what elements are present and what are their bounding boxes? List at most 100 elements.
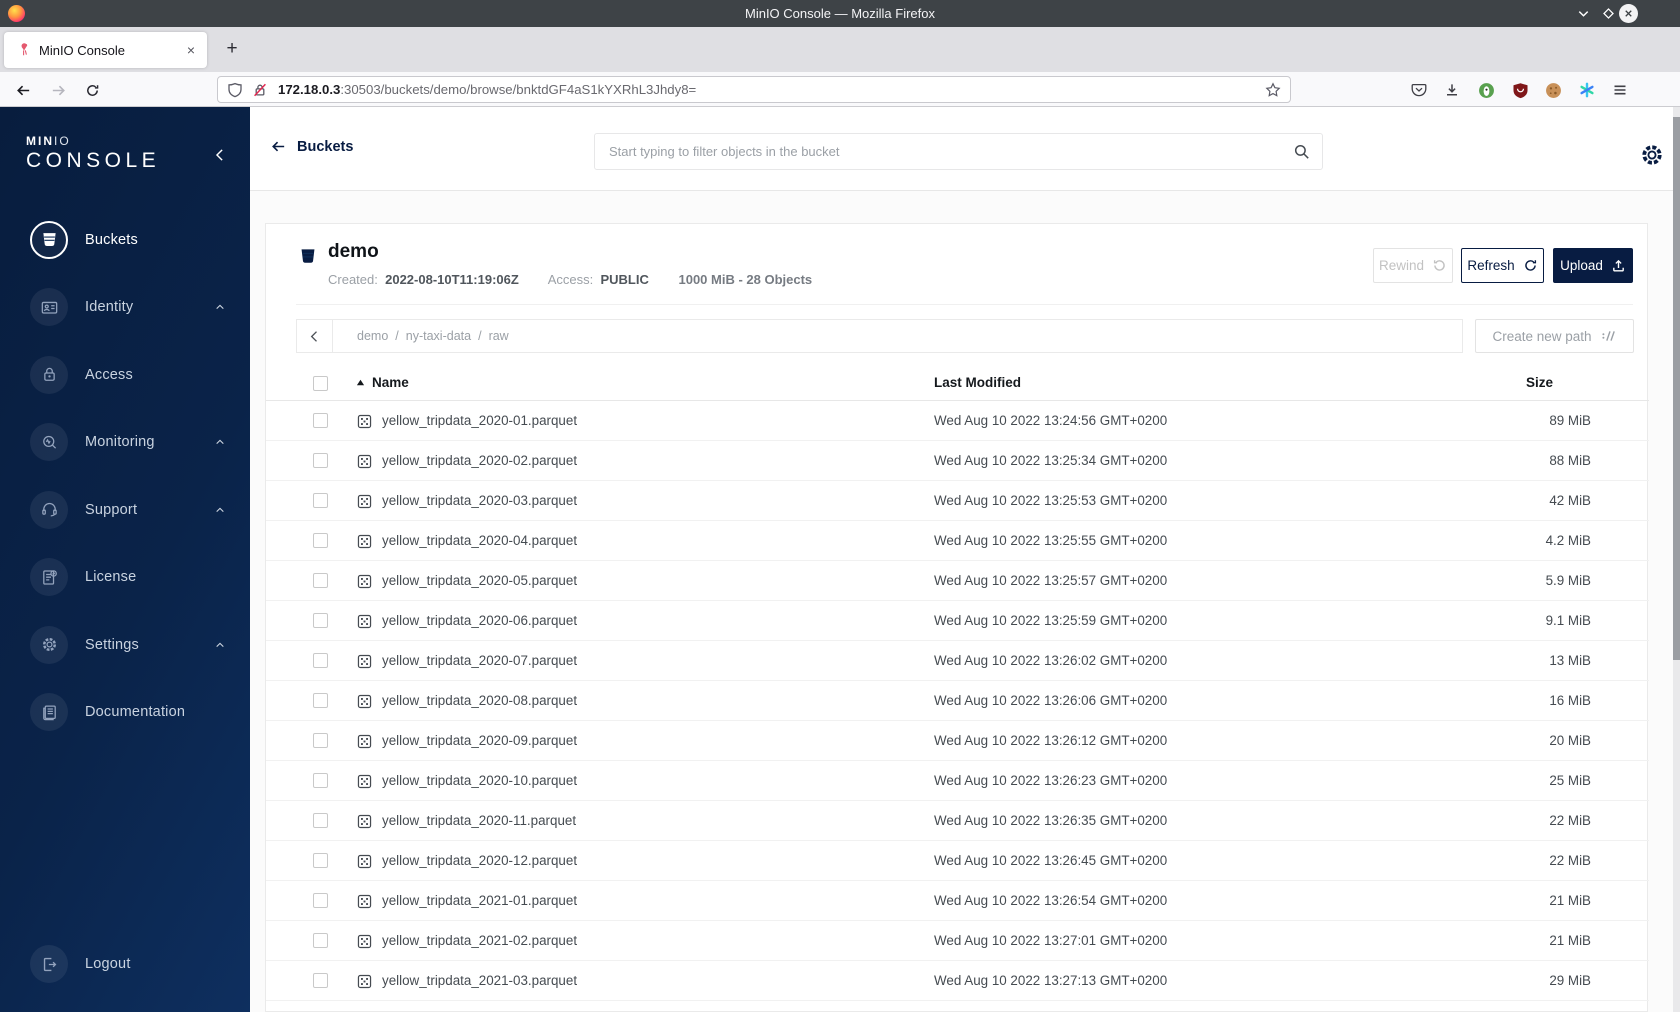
menu-hamburger-icon[interactable]: [1609, 79, 1631, 101]
back-button[interactable]: [12, 79, 34, 101]
sidebar-item-monitoring[interactable]: Monitoring: [0, 409, 250, 477]
sidebar-item-access[interactable]: Access: [0, 341, 250, 409]
privacy-badger-extension-icon[interactable]: [1475, 79, 1497, 101]
url-bar[interactable]: 172.18.0.3:30503/buckets/demo/browse/bnk…: [217, 76, 1291, 103]
table-row[interactable]: yellow_tripdata_2020-08.parquet Wed Aug …: [266, 681, 1649, 721]
table-row[interactable]: yellow_tripdata_2020-12.parquet Wed Aug …: [266, 841, 1649, 881]
reload-button[interactable]: [81, 79, 103, 101]
create-new-path-button[interactable]: Create new path: [1475, 319, 1634, 353]
back-to-buckets-link[interactable]: Buckets: [270, 138, 353, 155]
object-name[interactable]: yellow_tripdata_2021-01.parquet: [382, 893, 577, 908]
object-name[interactable]: yellow_tripdata_2020-02.parquet: [382, 453, 577, 468]
sidebar-collapse-icon[interactable]: [212, 147, 228, 163]
table-row[interactable]: yellow_tripdata_2020-05.parquet Wed Aug …: [266, 561, 1649, 601]
object-name[interactable]: yellow_tripdata_2020-08.parquet: [382, 693, 577, 708]
row-checkbox[interactable]: [313, 653, 328, 668]
sidebar-item-support[interactable]: Support: [0, 476, 250, 544]
table-row[interactable]: yellow_tripdata_2020-04.parquet Wed Aug …: [266, 521, 1649, 561]
table-row[interactable]: yellow_tripdata_2020-07.parquet Wed Aug …: [266, 641, 1649, 681]
settings-icon: [30, 625, 68, 664]
chevron-up-icon[interactable]: [214, 504, 226, 516]
insecure-lock-icon[interactable]: [252, 82, 268, 98]
breadcrumb-back-button[interactable]: [297, 320, 333, 352]
object-name[interactable]: yellow_tripdata_2020-06.parquet: [382, 613, 577, 628]
upload-button[interactable]: Upload: [1553, 248, 1633, 283]
table-row[interactable]: yellow_tripdata_2020-11.parquet Wed Aug …: [266, 801, 1649, 841]
column-header-size[interactable]: Size: [1526, 375, 1591, 390]
row-checkbox[interactable]: [313, 493, 328, 508]
refresh-button[interactable]: Refresh: [1461, 248, 1544, 283]
table-row[interactable]: yellow_tripdata_2020-01.parquet Wed Aug …: [266, 401, 1649, 441]
table-row[interactable]: yellow_tripdata_2020-09.parquet Wed Aug …: [266, 721, 1649, 761]
object-name[interactable]: yellow_tripdata_2020-11.parquet: [382, 813, 576, 828]
sidebar-item-settings[interactable]: Settings: [0, 611, 250, 679]
row-checkbox[interactable]: [313, 733, 328, 748]
select-all-checkbox[interactable]: [313, 376, 328, 391]
object-name[interactable]: yellow_tripdata_2020-03.parquet: [382, 493, 577, 508]
bookmark-star-icon[interactable]: [1265, 82, 1281, 98]
tab-minio-console[interactable]: MinIO Console ×: [4, 32, 207, 68]
container-extension-icon[interactable]: [1576, 79, 1598, 101]
table-row[interactable]: yellow_tripdata_2020-10.parquet Wed Aug …: [266, 761, 1649, 801]
object-name[interactable]: yellow_tripdata_2020-07.parquet: [382, 653, 577, 668]
breadcrumb-segment[interactable]: demo: [357, 329, 388, 343]
rewind-button[interactable]: Rewind: [1373, 248, 1453, 283]
row-checkbox[interactable]: [313, 573, 328, 588]
search-input[interactable]: [595, 134, 1322, 169]
table-row[interactable]: yellow_tripdata_2021-03.parquet Wed Aug …: [266, 961, 1649, 1001]
forward-button[interactable]: [47, 79, 69, 101]
row-checkbox[interactable]: [313, 693, 328, 708]
table-row[interactable]: yellow_tripdata_2021-02.parquet Wed Aug …: [266, 921, 1649, 961]
pocket-icon[interactable]: [1408, 79, 1430, 101]
ublock-extension-icon[interactable]: [1509, 79, 1531, 101]
tab-close-icon[interactable]: ×: [183, 41, 199, 59]
sidebar-item-buckets[interactable]: Buckets: [0, 206, 250, 274]
row-checkbox[interactable]: [313, 453, 328, 468]
row-checkbox[interactable]: [313, 973, 328, 988]
scrollbar-thumb[interactable]: [1673, 117, 1680, 660]
object-name[interactable]: yellow_tripdata_2020-09.parquet: [382, 733, 577, 748]
breadcrumb-segment[interactable]: ny-taxi-data: [406, 329, 471, 343]
row-checkbox[interactable]: [313, 813, 328, 828]
chevron-up-icon[interactable]: [214, 301, 226, 313]
table-row[interactable]: yellow_tripdata_2020-02.parquet Wed Aug …: [266, 441, 1649, 481]
table-row[interactable]: yellow_tripdata_2021-01.parquet Wed Aug …: [266, 881, 1649, 921]
row-checkbox[interactable]: [313, 613, 328, 628]
object-name[interactable]: yellow_tripdata_2020-12.parquet: [382, 853, 577, 868]
sidebar-item-logout[interactable]: Logout: [0, 931, 250, 999]
page-scrollbar[interactable]: [1673, 107, 1680, 1012]
row-checkbox[interactable]: [313, 853, 328, 868]
object-name[interactable]: yellow_tripdata_2021-02.parquet: [382, 933, 577, 948]
new-tab-button[interactable]: +: [218, 36, 246, 64]
downloads-icon[interactable]: [1441, 79, 1463, 101]
url-text[interactable]: 172.18.0.3:30503/buckets/demo/browse/bnk…: [278, 82, 1265, 97]
window-minimize-button[interactable]: [1574, 4, 1593, 23]
row-checkbox[interactable]: [313, 773, 328, 788]
chevron-up-icon[interactable]: [214, 436, 226, 448]
sidebar-item-documentation[interactable]: Documentation: [0, 679, 250, 747]
object-name[interactable]: yellow_tripdata_2020-01.parquet: [382, 413, 577, 428]
cookie-extension-icon[interactable]: [1542, 79, 1564, 101]
row-checkbox[interactable]: [313, 933, 328, 948]
sidebar-item-identity[interactable]: Identity: [0, 274, 250, 342]
row-checkbox[interactable]: [313, 533, 328, 548]
sidebar-item-license[interactable]: License: [0, 544, 250, 612]
window-close-button[interactable]: [1619, 4, 1638, 23]
object-name[interactable]: yellow_tripdata_2020-04.parquet: [382, 533, 577, 548]
table-row[interactable]: yellow_tripdata_2020-03.parquet Wed Aug …: [266, 481, 1649, 521]
column-header-name[interactable]: Name: [356, 375, 409, 390]
table-row[interactable]: yellow_tripdata_2020-06.parquet Wed Aug …: [266, 601, 1649, 641]
object-name[interactable]: yellow_tripdata_2020-05.parquet: [382, 573, 577, 588]
settings-gear-icon[interactable]: [1638, 141, 1666, 169]
chevron-up-icon[interactable]: [214, 639, 226, 651]
shield-icon[interactable]: [227, 82, 243, 98]
breadcrumb-segment[interactable]: raw: [489, 329, 509, 343]
object-name[interactable]: yellow_tripdata_2020-10.parquet: [382, 773, 577, 788]
column-header-modified[interactable]: Last Modified: [934, 375, 1021, 390]
window-maximize-button[interactable]: [1599, 4, 1618, 23]
create-path-icon: [1601, 328, 1617, 344]
search-icon[interactable]: [1293, 143, 1311, 161]
row-checkbox[interactable]: [313, 893, 328, 908]
row-checkbox[interactable]: [313, 413, 328, 428]
object-name[interactable]: yellow_tripdata_2021-03.parquet: [382, 973, 577, 988]
